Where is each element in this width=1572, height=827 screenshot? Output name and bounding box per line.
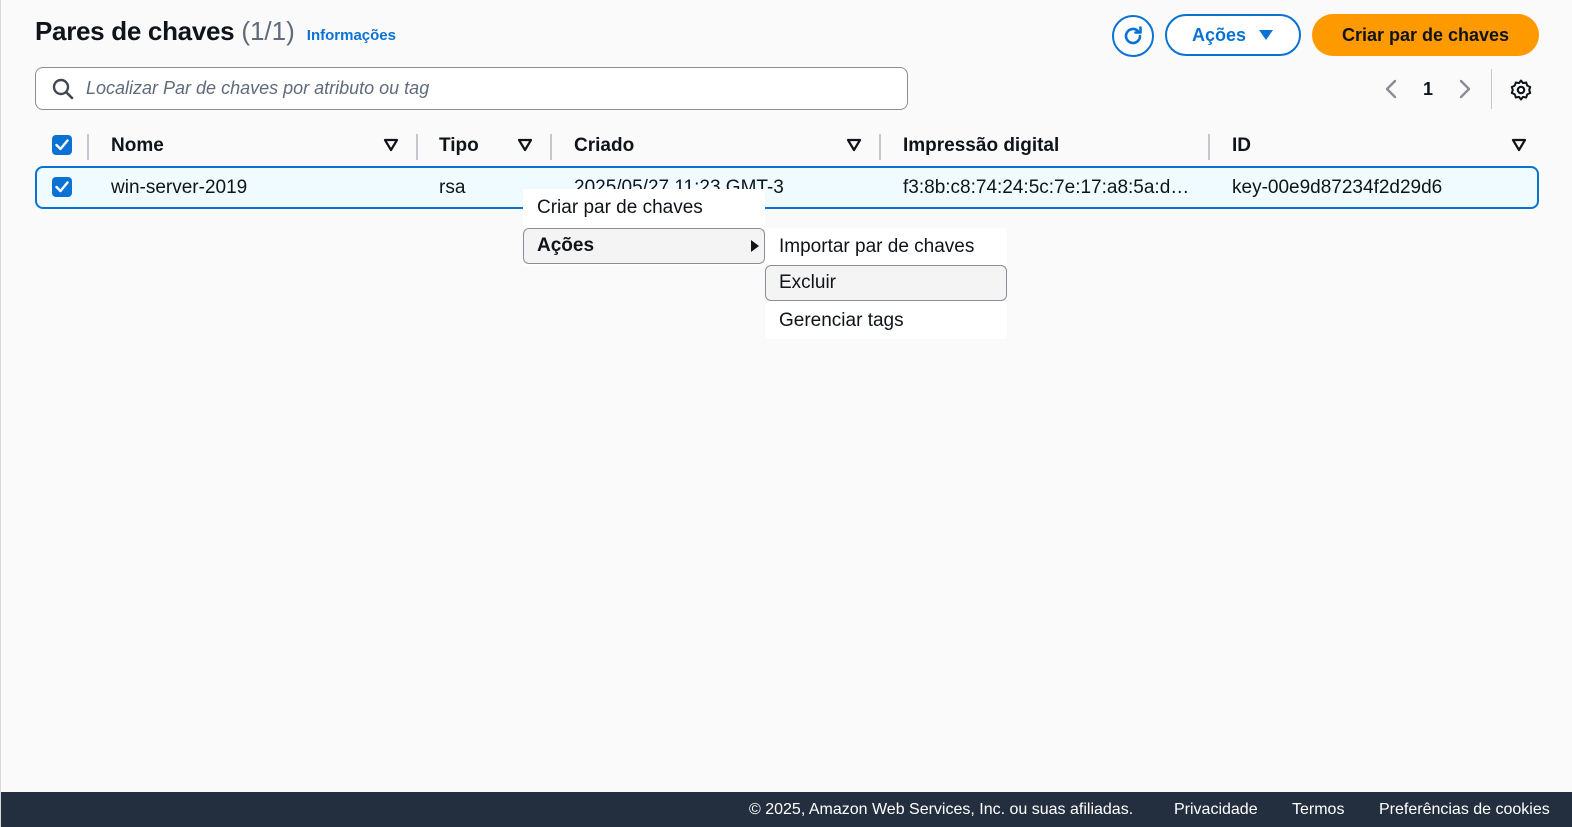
chevron-right-icon <box>1459 79 1471 99</box>
sort-icon[interactable] <box>383 138 399 152</box>
search-input[interactable] <box>86 78 866 99</box>
cell-type: rsa <box>439 176 466 198</box>
cell-fingerprint: f3:8b:c8:74:24:5c:7e:17:a8:5a:d… <box>903 176 1190 198</box>
submenu-arrow-icon <box>751 240 759 252</box>
selection-count: (1/1) <box>241 16 295 46</box>
context-menu: Criar par de chaves Ações <box>523 189 765 266</box>
cell-id: key-00e9d87234f2d29d6 <box>1232 176 1443 198</box>
footer: © 2025, Amazon Web Services, Inc. ou sua… <box>1 792 1572 827</box>
actions-button-label: Ações <box>1191 24 1247 45</box>
key-pairs-page: Pares de chaves (1/1) Informações Ações … <box>0 0 1572 827</box>
submenu-item-delete[interactable]: Excluir <box>765 265 1007 301</box>
search-icon <box>52 78 74 99</box>
column-separator[interactable] <box>416 134 418 160</box>
info-link[interactable]: Informações <box>307 27 396 44</box>
previous-page-button[interactable] <box>1377 79 1405 99</box>
check-icon <box>55 139 69 151</box>
refresh-button[interactable] <box>1112 15 1154 57</box>
footer-copyright: © 2025, Amazon Web Services, Inc. ou sua… <box>749 801 1134 818</box>
create-key-pair-button[interactable]: Criar par de chaves <box>1312 14 1539 56</box>
column-separator <box>87 134 89 160</box>
actions-button[interactable]: Ações <box>1165 14 1301 56</box>
footer-terms-link[interactable]: Termos <box>1292 801 1344 819</box>
page-number[interactable]: 1 <box>1405 79 1451 100</box>
sort-icon[interactable] <box>1511 138 1527 152</box>
submenu-item-import[interactable]: Importar par de chaves <box>765 229 1007 265</box>
check-icon <box>55 181 69 193</box>
submenu-item-manage-tags[interactable]: Gerenciar tags <box>765 303 1007 339</box>
context-menu-item-create[interactable]: Criar par de chaves <box>523 190 765 226</box>
table-row[interactable]: win-server-2019 rsa 2025/05/27 11:23 GMT… <box>35 166 1539 209</box>
column-separator[interactable] <box>1208 134 1210 160</box>
table-settings-button[interactable] <box>1507 76 1535 104</box>
refresh-icon <box>1124 26 1142 45</box>
context-menu-item-actions[interactable]: Ações <box>523 228 765 264</box>
pagination: 1 <box>1377 74 1479 104</box>
gear-icon <box>1510 79 1532 101</box>
column-header-type[interactable]: Tipo <box>439 126 479 166</box>
column-header-name[interactable]: Nome <box>111 126 164 166</box>
column-header-id[interactable]: ID <box>1232 126 1251 166</box>
select-all-checkbox[interactable] <box>52 135 72 155</box>
search-bar <box>35 67 908 110</box>
table-header: Nome Tipo Criado Impressão digital ID <box>35 126 1539 166</box>
next-page-button[interactable] <box>1451 79 1479 99</box>
footer-cookies-link[interactable]: Preferências de cookies <box>1379 801 1550 819</box>
sort-icon[interactable] <box>517 138 533 152</box>
column-separator[interactable] <box>879 134 881 160</box>
sort-icon[interactable] <box>846 138 862 152</box>
page-title: Pares de chaves <box>35 16 235 46</box>
context-menu-item-label: Ações <box>537 235 595 256</box>
pagination-divider <box>1491 69 1492 109</box>
chevron-left-icon <box>1385 79 1397 99</box>
column-separator[interactable] <box>550 134 552 160</box>
column-header-fingerprint[interactable]: Impressão digital <box>903 126 1059 166</box>
footer-privacy-link[interactable]: Privacidade <box>1174 801 1258 819</box>
cell-name: win-server-2019 <box>111 176 248 198</box>
row-checkbox[interactable] <box>52 177 72 197</box>
page-header: Pares de chaves (1/1) Informações <box>35 16 396 47</box>
actions-submenu: Importar par de chaves Excluir Gerenciar… <box>765 228 1007 339</box>
column-header-created[interactable]: Criado <box>574 126 634 166</box>
caret-down-icon <box>1259 30 1274 40</box>
